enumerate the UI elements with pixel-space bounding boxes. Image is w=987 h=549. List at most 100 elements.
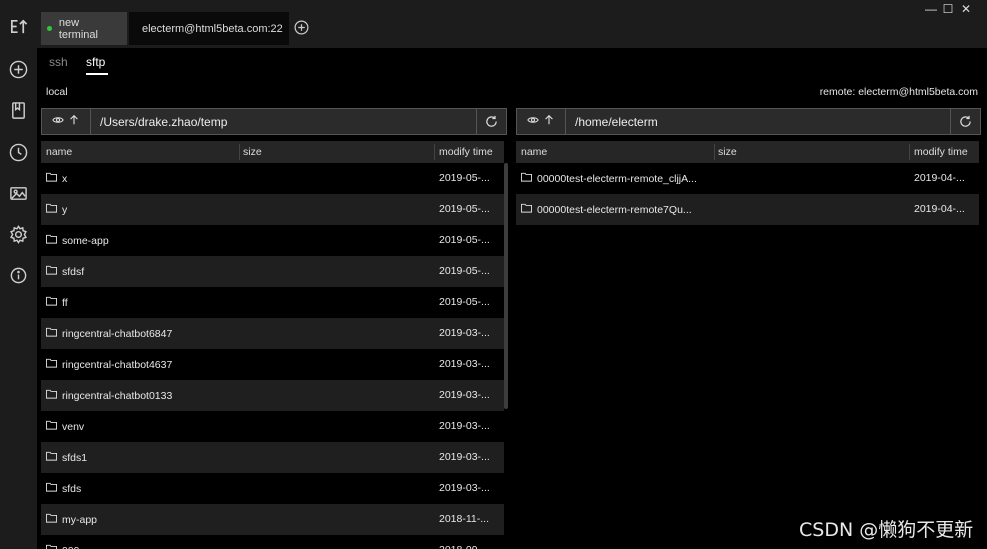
folder-icon: [46, 544, 57, 549]
table-header: name size modify time: [41, 141, 504, 163]
folder-icon: [46, 234, 57, 247]
table-header: name size modify time: [516, 141, 979, 163]
column-size[interactable]: size: [243, 146, 262, 158]
watermark: CSDN @懒狗不更新: [799, 519, 974, 541]
file-modify-time: 2018-11-...: [439, 513, 490, 525]
file-name: ringcentral-chatbot0133: [46, 389, 172, 402]
column-resizer[interactable]: [434, 144, 435, 160]
file-row[interactable]: sfds 2019-03-...: [41, 473, 504, 504]
file-modify-time: 2019-03-...: [439, 482, 490, 494]
folder-icon: [46, 296, 57, 309]
electerm-logo-icon[interactable]: [9, 17, 28, 36]
folder-icon: [46, 389, 57, 402]
column-size[interactable]: size: [718, 146, 737, 158]
minimize-button[interactable]: —: [923, 2, 939, 16]
local-path-input[interactable]: /Users/drake.zhao/temp: [91, 109, 476, 134]
file-modify-time: 2018-09-...: [439, 544, 490, 549]
column-modify-time[interactable]: modify time: [439, 146, 493, 158]
local-path-bar: /Users/drake.zhao/temp: [41, 108, 507, 135]
subtab-ssh[interactable]: ssh: [49, 55, 68, 69]
column-resizer[interactable]: [909, 144, 910, 160]
subtab-sftp[interactable]: sftp: [86, 55, 105, 69]
folder-icon: [46, 265, 57, 278]
image-icon[interactable]: [9, 184, 28, 203]
file-row[interactable]: ringcentral-chatbot4637 2019-03-...: [41, 349, 504, 380]
settings-icon[interactable]: [9, 225, 28, 244]
file-modify-time: 2019-04-...: [914, 203, 965, 215]
file-name-text: sfds1: [62, 451, 88, 464]
local-refresh-icon[interactable]: [476, 109, 506, 134]
file-name-text: some-app: [62, 234, 109, 247]
file-row[interactable]: my-app 2018-11-...: [41, 504, 504, 535]
file-name: my-app: [46, 513, 97, 526]
file-row[interactable]: ff 2019-05-...: [41, 287, 504, 318]
file-name-text: 00000test-electerm-remote_cljjA...: [537, 172, 697, 185]
new-session-icon[interactable]: [9, 60, 28, 79]
file-name-text: y: [62, 203, 68, 216]
file-row[interactable]: sfdsf 2019-05-...: [41, 256, 504, 287]
file-name: venv: [46, 420, 84, 433]
show-hidden-icon[interactable]: [527, 114, 539, 129]
add-tab-icon[interactable]: [294, 20, 309, 35]
column-resizer[interactable]: [714, 144, 715, 160]
remote-refresh-icon[interactable]: [950, 109, 980, 134]
file-name: sfdsf: [46, 265, 84, 278]
remote-file-table: name size modify time 00000test-electerm…: [516, 141, 979, 225]
history-icon[interactable]: [9, 143, 28, 162]
file-modify-time: 2019-05-...: [439, 234, 490, 246]
close-button[interactable]: ✕: [958, 2, 974, 16]
file-name: 00000test-electerm-remote_cljjA...: [521, 172, 697, 185]
column-name[interactable]: name: [46, 146, 72, 158]
file-row[interactable]: x 2019-05-...: [41, 163, 504, 194]
folder-icon: [46, 513, 57, 526]
sidebar: [0, 0, 37, 549]
file-row[interactable]: 999 2018-09-...: [41, 535, 504, 549]
maximize-button[interactable]: ☐: [940, 2, 956, 16]
file-row[interactable]: some-app 2019-05-...: [41, 225, 504, 256]
folder-icon: [46, 482, 57, 495]
tab-new-terminal[interactable]: new terminal: [41, 12, 127, 45]
folder-icon: [521, 172, 532, 185]
local-label: local: [46, 86, 68, 98]
file-name: sfds: [46, 482, 81, 495]
tab-bar: new terminal electerm@html5beta.com:22 —…: [37, 0, 987, 48]
file-row[interactable]: sfds1 2019-03-...: [41, 442, 504, 473]
column-resizer[interactable]: [239, 144, 240, 160]
local-scrollbar[interactable]: [504, 163, 508, 409]
file-name: sfds1: [46, 451, 87, 464]
remote-path-input[interactable]: /home/electerm: [566, 109, 950, 134]
column-name[interactable]: name: [521, 146, 547, 158]
file-row[interactable]: ringcentral-chatbot6847 2019-03-...: [41, 318, 504, 349]
file-row[interactable]: 00000test-electerm-remote7Qu... 2019-04-.…: [516, 194, 979, 225]
parent-folder-icon[interactable]: [68, 114, 80, 129]
show-hidden-icon[interactable]: [52, 114, 64, 129]
file-name-text: x: [62, 172, 68, 185]
folder-icon: [46, 358, 57, 371]
file-name: some-app: [46, 234, 109, 247]
remote-label: remote: electerm@html5beta.com: [819, 86, 978, 98]
remote-path-bar: /home/electerm: [516, 108, 981, 135]
file-modify-time: 2019-03-...: [439, 389, 490, 401]
tab-electerm-session[interactable]: electerm@html5beta.com:22: [129, 12, 289, 45]
info-icon[interactable]: [9, 266, 28, 285]
file-name: 999: [46, 544, 80, 549]
remote-path-controls: [517, 109, 566, 134]
file-name-text: ff: [62, 296, 68, 309]
parent-folder-icon[interactable]: [543, 114, 555, 129]
folder-icon: [46, 420, 57, 433]
file-modify-time: 2019-05-...: [439, 203, 490, 215]
bookmarks-icon[interactable]: [9, 101, 28, 120]
file-modify-time: 2019-03-...: [439, 327, 490, 339]
file-name: ff: [46, 296, 68, 309]
file-modify-time: 2019-05-...: [439, 265, 490, 277]
column-modify-time[interactable]: modify time: [914, 146, 968, 158]
file-row[interactable]: y 2019-05-...: [41, 194, 504, 225]
file-row[interactable]: ringcentral-chatbot0133 2019-03-...: [41, 380, 504, 411]
file-row[interactable]: venv 2019-03-...: [41, 411, 504, 442]
file-row[interactable]: 00000test-electerm-remote_cljjA... 2019-0…: [516, 163, 979, 194]
folder-icon: [46, 451, 57, 464]
folder-icon: [46, 327, 57, 340]
file-modify-time: 2019-05-...: [439, 296, 490, 308]
status-dot: [47, 26, 52, 31]
local-path-controls: [42, 109, 91, 134]
